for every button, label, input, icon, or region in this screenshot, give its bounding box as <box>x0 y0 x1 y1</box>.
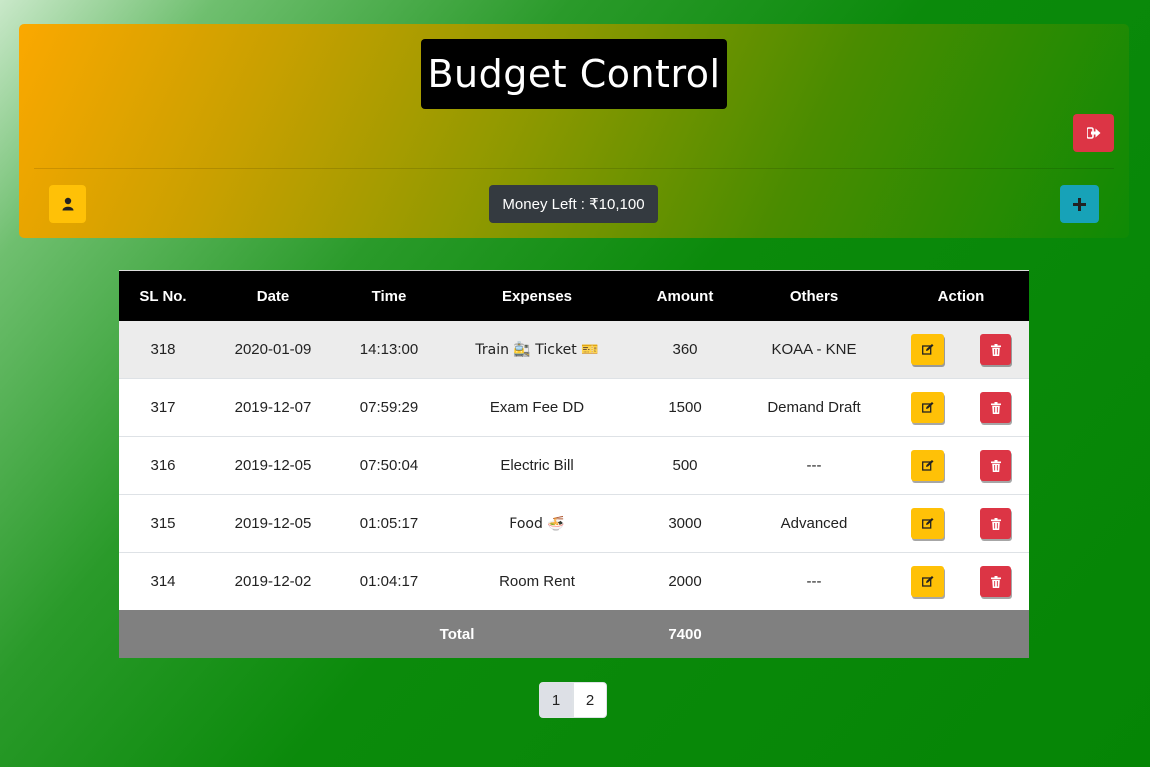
trash-icon <box>990 517 1001 530</box>
column-header-date: Date <box>207 270 339 321</box>
table-row: 316 2019-12-05 07:50:04 Electric Bill 50… <box>119 436 1029 495</box>
cell-sl: 318 <box>119 321 207 379</box>
table-row: 318 2020-01-09 14:13:00 Train 🚉 Ticket 🎫… <box>119 321 1029 379</box>
cell-date: 2020-01-09 <box>207 321 339 379</box>
cell-action <box>893 494 1029 553</box>
total-spacer-others <box>735 610 893 658</box>
cell-time: 14:13:00 <box>339 321 439 379</box>
page-button-2[interactable]: 2 <box>573 682 607 718</box>
cell-action <box>893 552 1029 610</box>
header-divider <box>34 168 1114 169</box>
cell-amount: 3000 <box>635 494 735 553</box>
edit-button[interactable] <box>911 392 944 423</box>
edit-icon <box>921 344 934 355</box>
cell-time: 01:04:17 <box>339 552 439 610</box>
trash-icon <box>990 459 1001 472</box>
edit-button[interactable] <box>911 450 944 481</box>
cell-others: KOAA - KNE <box>735 321 893 379</box>
sign-out-icon <box>1086 127 1101 139</box>
column-header-time: Time <box>339 270 439 321</box>
cell-others: --- <box>735 552 893 610</box>
table-header-row: SL No. Date Time Expenses Amount Others … <box>119 270 1029 321</box>
cell-expense: Room Rent <box>439 552 635 610</box>
cell-sl: 316 <box>119 436 207 495</box>
column-header-amount: Amount <box>635 270 735 321</box>
delete-button[interactable] <box>980 450 1011 481</box>
delete-button[interactable] <box>980 566 1011 597</box>
user-icon <box>62 197 74 211</box>
cell-others: --- <box>735 436 893 495</box>
page-title: Budget Control <box>421 39 727 109</box>
table-row: 315 2019-12-05 01:05:17 Food 🍜 3000 Adva… <box>119 494 1029 553</box>
cell-expense: Exam Fee DD <box>439 378 635 437</box>
trash-icon <box>990 343 1001 356</box>
total-amount: 7400 <box>635 610 735 658</box>
edit-icon <box>921 518 934 529</box>
edit-icon <box>921 460 934 471</box>
cell-time: 07:59:29 <box>339 378 439 437</box>
edit-icon <box>921 576 934 587</box>
column-header-action: Action <box>893 270 1029 321</box>
cell-time: 01:05:17 <box>339 494 439 553</box>
cell-date: 2019-12-07 <box>207 378 339 437</box>
cell-date: 2019-12-02 <box>207 552 339 610</box>
cell-action <box>893 378 1029 437</box>
expenses-table: SL No. Date Time Expenses Amount Others … <box>119 270 1029 658</box>
cell-others: Advanced <box>735 494 893 553</box>
add-expense-button[interactable] <box>1060 185 1099 223</box>
cell-others: Demand Draft <box>735 378 893 437</box>
column-header-expenses: Expenses <box>439 270 635 321</box>
cell-amount: 360 <box>635 321 735 379</box>
cell-expense: Train 🚉 Ticket 🎫 <box>439 321 635 379</box>
cell-sl: 315 <box>119 494 207 553</box>
cell-expense: Electric Bill <box>439 436 635 495</box>
column-header-sl: SL No. <box>119 270 207 321</box>
logout-button[interactable] <box>1073 114 1114 152</box>
cell-expense: Food 🍜 <box>439 494 635 553</box>
money-left-badge: Money Left : ₹10,100 <box>489 185 658 223</box>
delete-button[interactable] <box>980 334 1011 365</box>
header-card: Budget Control Money Left : ₹10,100 <box>19 24 1129 238</box>
cell-date: 2019-12-05 <box>207 494 339 553</box>
edit-icon <box>921 402 934 413</box>
delete-button[interactable] <box>980 508 1011 539</box>
column-header-others: Others <box>735 270 893 321</box>
pagination: 1 2 <box>539 682 607 718</box>
total-label: Total <box>119 610 635 658</box>
total-spacer-action <box>893 610 1029 658</box>
user-button[interactable] <box>49 185 86 223</box>
table-row: 314 2019-12-02 01:04:17 Room Rent 2000 -… <box>119 552 1029 610</box>
page-button-1[interactable]: 1 <box>539 682 573 718</box>
cell-action <box>893 436 1029 495</box>
cell-sl: 314 <box>119 552 207 610</box>
plus-icon <box>1073 197 1086 211</box>
cell-action <box>893 321 1029 379</box>
cell-date: 2019-12-05 <box>207 436 339 495</box>
table-row: 317 2019-12-07 07:59:29 Exam Fee DD 1500… <box>119 378 1029 437</box>
cell-time: 07:50:04 <box>339 436 439 495</box>
edit-button[interactable] <box>911 566 944 597</box>
cell-sl: 317 <box>119 378 207 437</box>
edit-button[interactable] <box>911 334 944 365</box>
cell-amount: 1500 <box>635 378 735 437</box>
cell-amount: 2000 <box>635 552 735 610</box>
cell-amount: 500 <box>635 436 735 495</box>
delete-button[interactable] <box>980 392 1011 423</box>
trash-icon <box>990 575 1001 588</box>
table-total-row: Total 7400 <box>119 610 1029 658</box>
trash-icon <box>990 401 1001 414</box>
edit-button[interactable] <box>911 508 944 539</box>
